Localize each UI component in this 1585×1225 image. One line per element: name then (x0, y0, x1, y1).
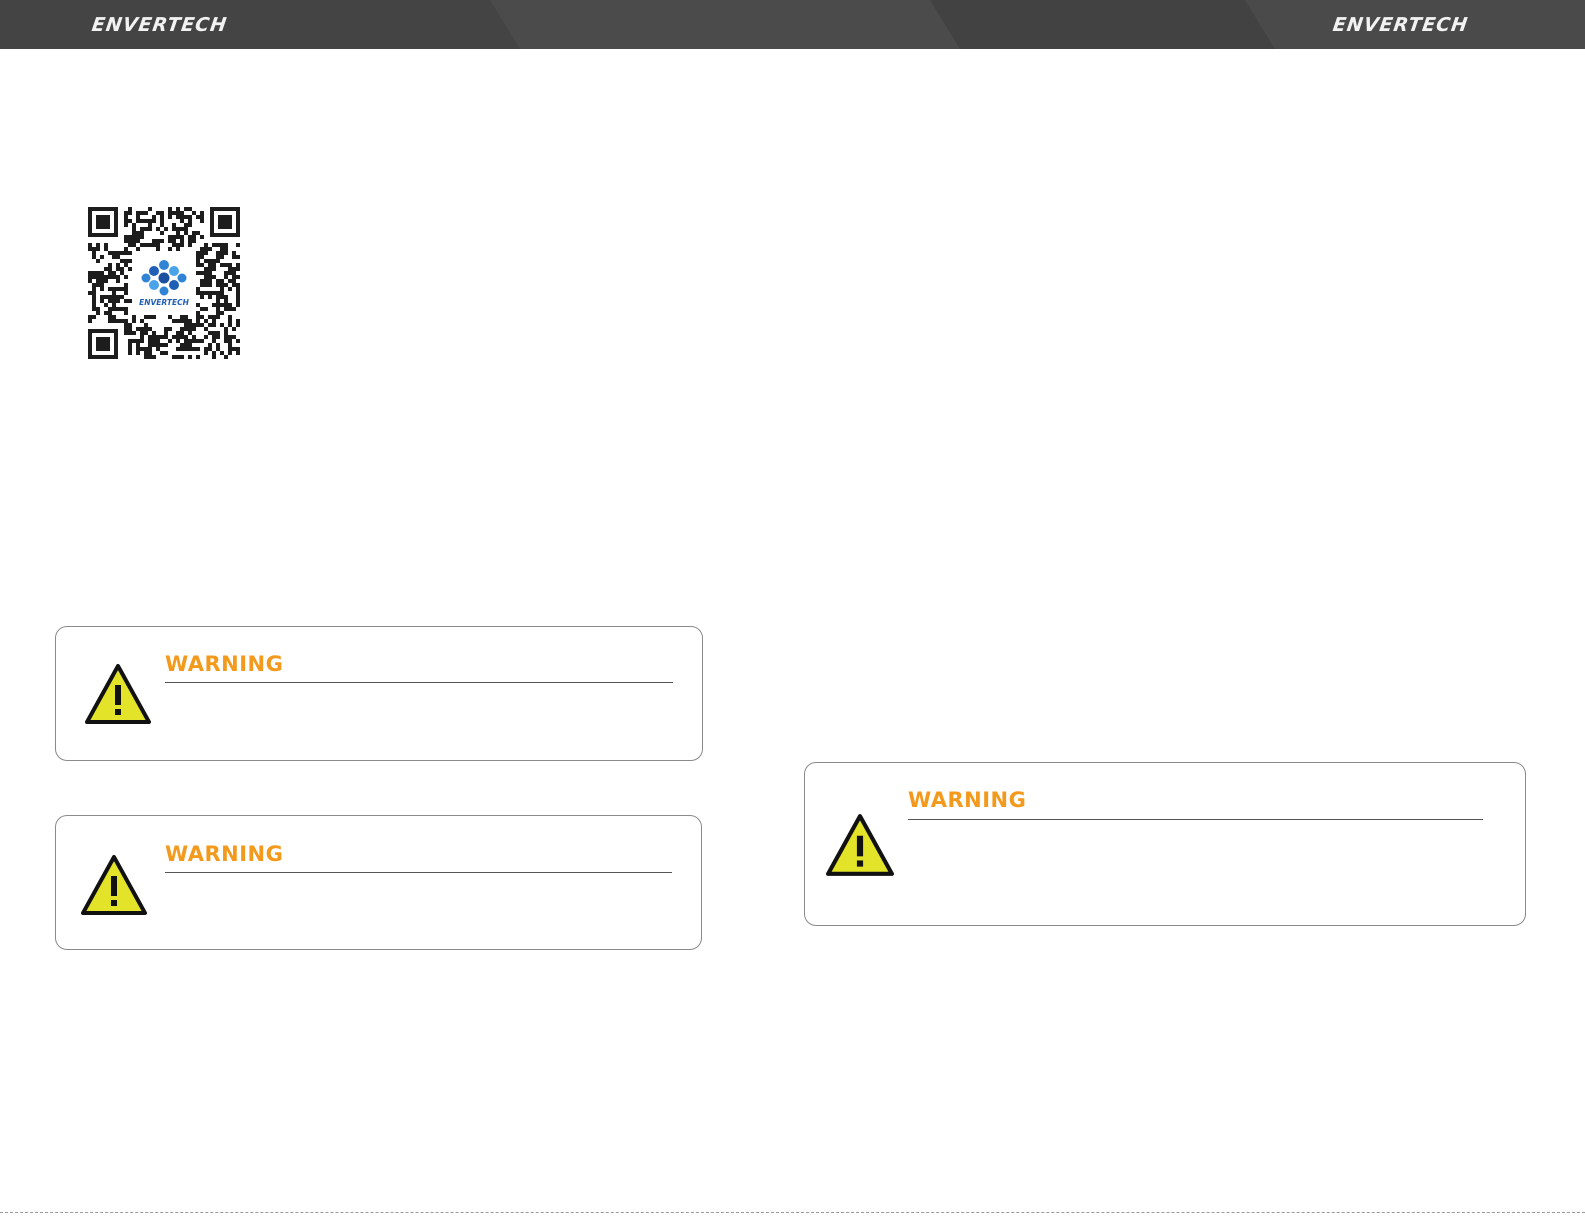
warning-title: WARNING (908, 788, 1027, 812)
warning-triangle-icon (825, 813, 895, 881)
warning-box: WARNING (804, 762, 1526, 926)
warning-title: WARNING (165, 652, 284, 676)
warning-box: WARNING (55, 626, 703, 761)
warning-divider (908, 819, 1483, 820)
brand-logo-right: ENVERTECH (1331, 14, 1470, 36)
qr-finder-top-left (88, 207, 118, 237)
header-stripe (490, 0, 960, 49)
warning-title: WARNING (165, 842, 284, 866)
warning-divider (165, 682, 673, 683)
qr-code: ENVERTECH (86, 205, 242, 361)
header-stripe (930, 0, 1275, 49)
qr-logo-text: ENVERTECH (139, 298, 190, 307)
qr-finder-bottom-left (88, 329, 118, 359)
warning-triangle-icon (84, 663, 152, 729)
brand-logo-left: ENVERTECH (90, 14, 229, 36)
warning-divider (165, 872, 672, 873)
footer-dashed-line (0, 1212, 1585, 1213)
header-stripe (0, 0, 520, 49)
qr-code-graphic: ENVERTECH (86, 205, 242, 361)
warning-box: WARNING (55, 815, 702, 950)
warning-triangle-icon (80, 854, 148, 920)
qr-center-logo: ENVERTECH (134, 253, 194, 313)
qr-finder-top-right (210, 207, 240, 237)
page-header: ENVERTECH ENVERTECH (0, 0, 1585, 49)
